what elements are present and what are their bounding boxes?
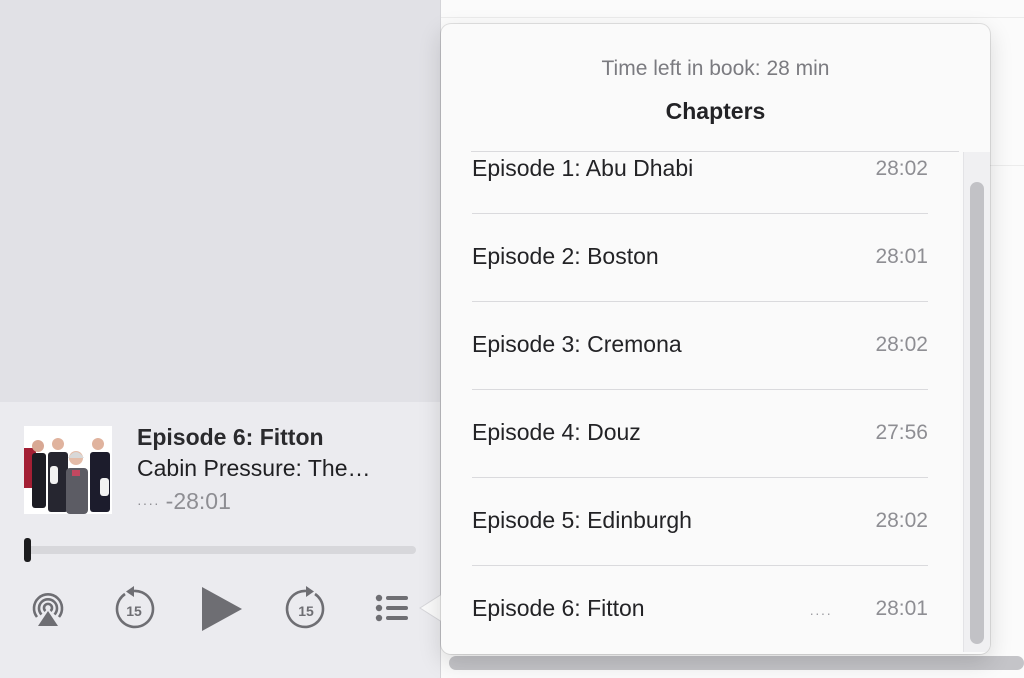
chapter-duration: 27:56	[875, 421, 928, 444]
chapter-title: Episode 3: Cremona	[472, 331, 682, 357]
chapters-heading: Chapters	[665, 98, 766, 124]
skip-forward-button[interactable]: 15	[283, 586, 329, 632]
chapter-duration: 28:02	[875, 509, 928, 532]
artwork-area	[0, 0, 441, 402]
chapter-list: Episode 1: Abu Dhabi 28:02 Episode 2: Bo…	[441, 152, 990, 654]
chapter-duration: 28:01	[875, 245, 928, 268]
chapters-popover: Time left in book: 28 min Chapters Episo…	[441, 24, 990, 654]
player-pane	[0, 0, 441, 678]
scrollbar-thumb[interactable]	[970, 182, 984, 644]
chapter-title: Episode 2: Boston	[472, 243, 659, 269]
chapter-title: Episode 6: Fitton	[472, 595, 645, 621]
list-icon	[375, 594, 408, 622]
horizontal-scrollbar[interactable]	[449, 656, 1024, 670]
playing-indicator-icon: ····	[809, 605, 832, 621]
cover-art[interactable]	[24, 426, 112, 514]
progress-handle[interactable]	[24, 538, 31, 562]
more-dots-icon: ····	[137, 494, 160, 511]
divider	[441, 17, 1024, 18]
airplay-button[interactable]	[27, 588, 69, 630]
chapter-title: Episode 5: Edinburgh	[472, 507, 692, 533]
skip-forward-seconds: 15	[298, 603, 314, 619]
chapter-row-playing[interactable]: Episode 6: Fitton ···· 28:01	[472, 565, 928, 653]
chapter-title: Episode 1: Abu Dhabi	[472, 155, 694, 181]
chapter-duration: 28:01	[875, 597, 928, 620]
skip-back-seconds: 15	[126, 603, 142, 619]
chapter-title: Episode 4: Douz	[472, 419, 641, 445]
chapter-row[interactable]: Episode 2: Boston 28:01	[472, 213, 928, 302]
now-playing-title: Episode 6: Fitton	[137, 424, 324, 450]
time-left-label: Time left in book: 28 min	[601, 57, 830, 80]
airplay-icon	[32, 593, 64, 626]
play-button[interactable]	[196, 584, 246, 634]
chapter-row[interactable]: Episode 1: Abu Dhabi 28:02	[472, 152, 928, 214]
progress-bar[interactable]	[26, 546, 416, 554]
play-icon	[202, 587, 242, 631]
remaining-time: -28:01	[165, 488, 231, 514]
remaining-time-group: ···· -28:01	[137, 488, 231, 515]
chapter-row[interactable]: Episode 3: Cremona 28:02	[472, 301, 928, 390]
skip-back-button[interactable]: 15	[111, 586, 157, 632]
popover-arrow	[419, 593, 443, 622]
chapter-row[interactable]: Episode 4: Douz 27:56	[472, 389, 928, 478]
chapters-button[interactable]	[372, 590, 412, 626]
chapter-duration: 28:02	[875, 333, 928, 356]
now-playing-subtitle: Cabin Pressure: The…	[137, 455, 371, 481]
chapter-duration: 28:02	[875, 157, 928, 180]
chapter-row[interactable]: Episode 5: Edinburgh 28:02	[472, 477, 928, 566]
